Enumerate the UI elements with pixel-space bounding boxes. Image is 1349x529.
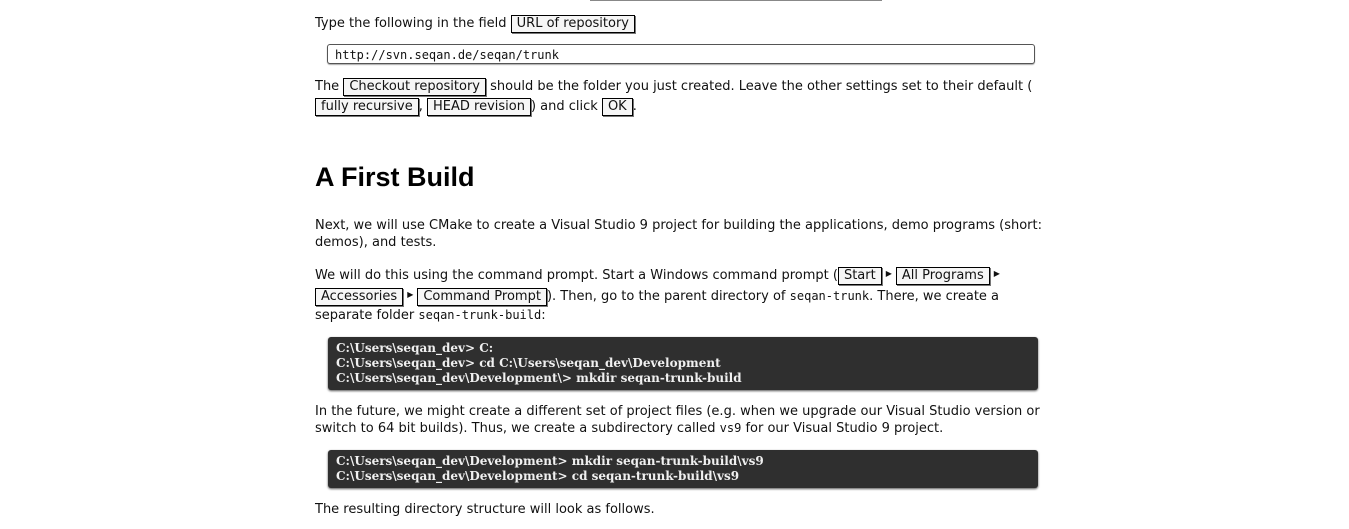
inline-code-seqan-trunk-build: seqan-trunk-build: [418, 308, 542, 322]
menu-arrow-icon: ▶: [993, 269, 1000, 278]
url-instruction-text: Type the following in the field: [315, 16, 511, 31]
text-fragment: ) and click: [530, 99, 602, 114]
text-fragment: .: [632, 99, 637, 114]
url-instruction: Type the following in the field URL of r…: [315, 14, 1050, 34]
url-of-repository-label: URL of repository: [510, 15, 635, 33]
code-block-1: C:\Users\seqan_dev> C: C:\Users\seqan_de…: [328, 337, 1038, 390]
section-heading: A First Build: [315, 162, 475, 192]
text-fragment: ). Then, go to the parent directory of: [546, 289, 790, 304]
menu-arrow-icon: ▶: [885, 269, 892, 278]
text-fragment: :: [541, 308, 546, 323]
text-fragment: We will do this using the command prompt…: [315, 268, 838, 283]
menu-arrow-icon: ▶: [407, 290, 414, 299]
inline-code-seqan-trunk: seqan-trunk: [789, 289, 870, 303]
head-revision-label: HEAD revision: [427, 98, 531, 116]
checkout-instruction: The Checkout repository should be the fo…: [315, 77, 1050, 117]
top-divider: [590, 0, 882, 1]
checkout-repository-label: Checkout repository: [343, 78, 486, 96]
repository-url-field[interactable]: http://svn.seqan.de/seqan/trunk: [327, 44, 1035, 64]
menu-all-programs: All Programs: [895, 267, 990, 285]
text-fragment: ,: [418, 99, 427, 114]
code-line: C:\Users\seqan_dev> C:: [336, 341, 494, 355]
fully-recursive-label: fully recursive: [315, 98, 419, 116]
text-fragment: The: [315, 79, 344, 94]
command-prompt-paragraph: We will do this using the command prompt…: [315, 265, 1050, 324]
menu-accessories: Accessories: [315, 288, 404, 306]
ok-label: OK: [601, 98, 633, 116]
text-fragment: for our Visual Studio 9 project.: [741, 421, 944, 436]
result-paragraph: The resulting directory structure will l…: [315, 502, 655, 517]
code-line: C:\Users\seqan_dev\Development> mkdir se…: [336, 454, 764, 468]
intro-paragraph: Next, we will use CMake to create a Visu…: [315, 218, 1043, 250]
inline-code-vs9: vs9: [719, 421, 742, 435]
main-content: Type the following in the field URL of r…: [315, 14, 1050, 529]
menu-start: Start: [837, 267, 882, 285]
code-block-2: C:\Users\seqan_dev\Development> mkdir se…: [328, 450, 1038, 488]
menu-command-prompt: Command Prompt: [417, 288, 547, 306]
text-fragment: should be the folder you just created. L…: [486, 79, 1033, 94]
code-line: C:\Users\seqan_dev\Development\> mkdir s…: [336, 371, 742, 385]
code-line: C:\Users\seqan_dev> cd C:\Users\seqan_de…: [336, 356, 721, 370]
future-paragraph: In the future, we might create a differe…: [315, 403, 1050, 437]
code-line: C:\Users\seqan_dev\Development> cd seqan…: [336, 469, 740, 483]
